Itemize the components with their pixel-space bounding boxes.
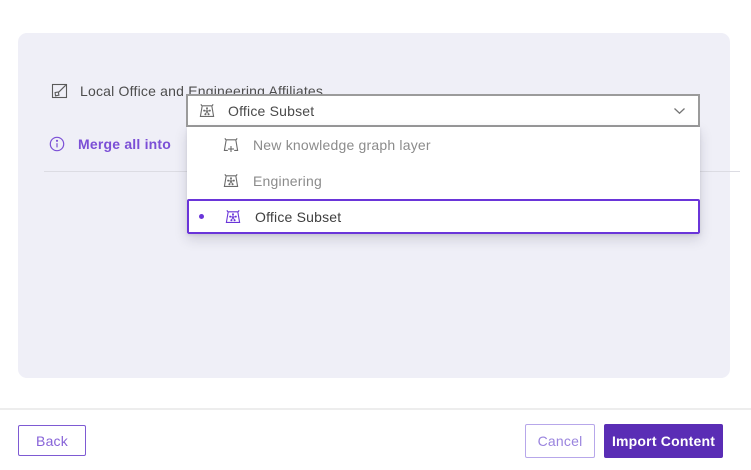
dropdown-option-label: Enginering xyxy=(253,173,322,189)
chevron-down-icon xyxy=(673,107,686,115)
merge-target-select[interactable]: Office Subset xyxy=(186,94,700,127)
dropdown-option-label: Office Subset xyxy=(255,209,341,225)
knowledge-graph-layer-icon xyxy=(224,209,242,225)
dropdown-option-label: New knowledge graph layer xyxy=(253,137,431,153)
knowledge-graph-layer-icon xyxy=(198,103,216,119)
sketch-layer-icon xyxy=(51,83,68,99)
info-icon[interactable] xyxy=(49,136,65,152)
merge-target-dropdown: New knowledge graph layer Enginering xyxy=(187,127,700,234)
knowledge-graph-layer-icon xyxy=(222,173,240,189)
selected-bullet xyxy=(199,214,204,219)
import-content-button[interactable]: Import Content xyxy=(604,424,723,458)
back-button[interactable]: Back xyxy=(18,425,86,456)
cancel-button[interactable]: Cancel xyxy=(525,424,595,458)
merge-all-into-label: Merge all into xyxy=(78,136,171,152)
dropdown-option-enginering[interactable]: Enginering xyxy=(187,163,700,199)
footer-divider xyxy=(0,408,751,410)
merge-row: Merge all into xyxy=(49,127,171,160)
new-knowledge-graph-layer-icon xyxy=(222,137,240,153)
dropdown-option-office-subset[interactable]: Office Subset xyxy=(187,199,700,234)
dropdown-option-new-layer[interactable]: New knowledge graph layer xyxy=(187,127,700,163)
select-value: Office Subset xyxy=(228,103,673,119)
